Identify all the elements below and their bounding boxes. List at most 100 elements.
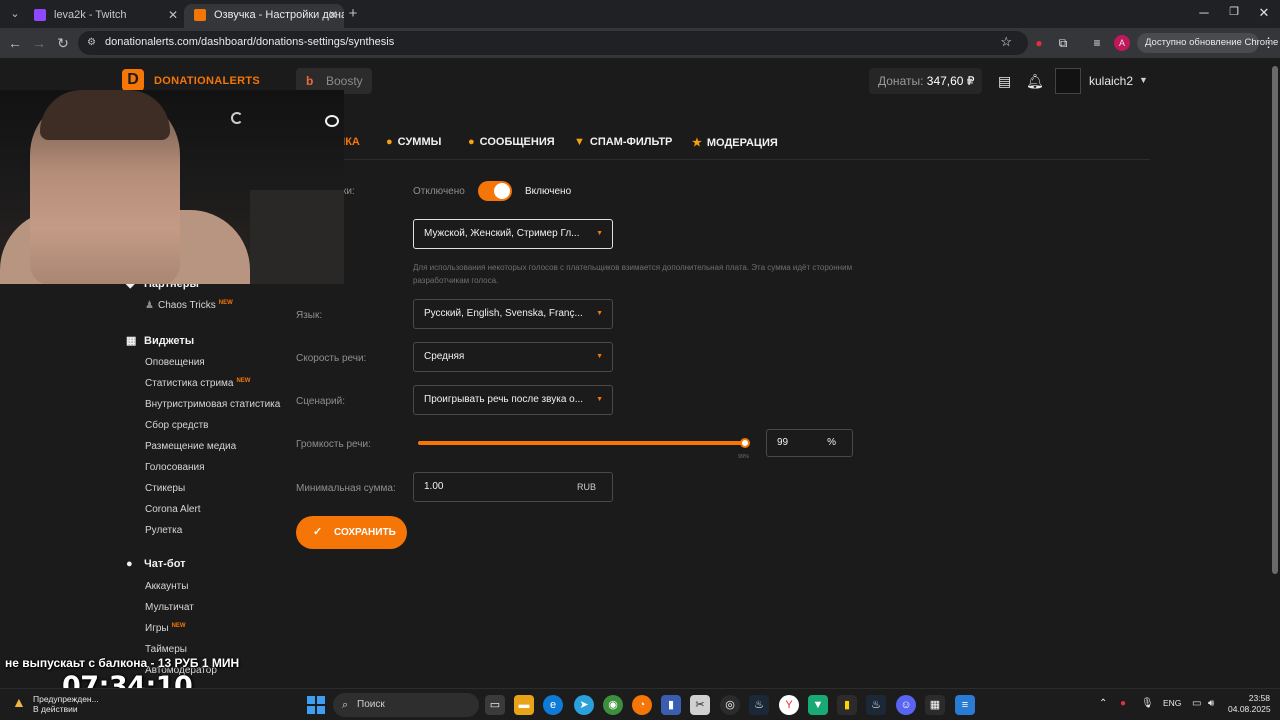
tray-overflow-icon[interactable]: ⌃ — [1099, 698, 1107, 709]
sidebar-item-chaos-tricks[interactable]: ♟ Chaos Tricks NEW — [145, 300, 233, 311]
sidebar-item-label: Chaos Tricks — [157, 300, 216, 311]
extension-icon[interactable]: ● — [1031, 35, 1047, 51]
browser-menu-icon[interactable]: ⋮ — [1262, 35, 1275, 51]
sidebar-item-media[interactable]: Размещение медиа — [145, 441, 236, 452]
bell-icon[interactable]: 🔔︎ — [1026, 73, 1044, 90]
restore-icon[interactable]: ❐ — [1224, 5, 1244, 18]
chevron-down-icon[interactable]: ▼ — [1139, 75, 1148, 85]
volume-icon[interactable]: 🔊︎ — [1208, 698, 1214, 709]
edge-icon[interactable]: e — [543, 695, 563, 715]
close-window-icon[interactable]: ✕ — [1254, 5, 1274, 21]
taskbar-search[interactable]: ⌕ Поиск — [333, 693, 479, 717]
user-icon: ♟ — [145, 300, 154, 311]
obs-icon[interactable]: ◎ — [720, 695, 740, 715]
sidebar-item-polls[interactable]: Голосования — [145, 462, 205, 473]
volume-input[interactable]: 99 % — [766, 429, 853, 457]
telegram-icon[interactable]: ➤ — [574, 695, 594, 715]
chrome-update-button[interactable]: Доступно обновление Chrome — [1137, 33, 1278, 53]
webcam-overlay — [0, 90, 344, 284]
sidebar-item-multichat[interactable]: Мультичат — [145, 602, 194, 613]
bookmark-star-icon[interactable]: ☆ — [1000, 34, 1012, 50]
extensions-puzzle-icon[interactable]: ⧉ — [1055, 35, 1071, 51]
weather-widget[interactable]: Предупрежден... В действии — [33, 694, 99, 714]
sidebar-item-stream-stats[interactable]: Статистика стрима NEW — [145, 378, 250, 389]
volume-slider[interactable] — [418, 441, 748, 445]
media-control-icon[interactable]: ≡ — [1089, 35, 1105, 51]
file-explorer-icon[interactable]: ▬ — [514, 695, 534, 715]
voices-select[interactable]: Мужской, Женский, Стример Гл... ▼ — [413, 219, 613, 249]
filter-icon: ▼ — [574, 136, 585, 148]
task-view-icon[interactable]: ▭ — [485, 695, 505, 715]
username[interactable]: kulaich2 — [1089, 74, 1133, 88]
tab-moderation[interactable]: ★ МОДЕРАЦИЯ — [692, 136, 778, 149]
donationalerts-logo-icon[interactable]: D — [122, 69, 144, 91]
coins-icon: ● — [386, 136, 393, 148]
minimize-icon[interactable]: ─ — [1194, 5, 1214, 20]
scenario-label: Сценарий: — [296, 396, 345, 407]
new-badge: NEW — [236, 378, 251, 384]
notepad-icon[interactable]: ≡ — [955, 695, 975, 715]
toggle-off-label: Отключено — [413, 186, 465, 197]
sidebar-item-roulette[interactable]: Рулетка — [145, 525, 182, 536]
voices-value: Мужской, Женский, Стример Гл... — [424, 228, 580, 239]
avatar[interactable] — [1055, 68, 1081, 94]
close-tab-icon[interactable]: ✕ — [168, 4, 178, 26]
vpn-icon[interactable]: ▼ — [808, 695, 828, 715]
sidebar-item-accounts[interactable]: Аккаунты — [145, 581, 188, 592]
volume-slider-handle[interactable] — [739, 438, 750, 448]
sidebar-item-fundraising[interactable]: Сбор средств — [145, 420, 208, 431]
sidebar-item-instream-stats[interactable]: Внутристримовая статистика — [145, 399, 280, 410]
profile-avatar[interactable]: A — [1114, 35, 1130, 51]
min-amount-input[interactable]: 1.00 RUB — [413, 472, 613, 502]
scrollbar-thumb[interactable] — [1272, 66, 1278, 574]
sidebar-item-games[interactable]: Игры NEW — [145, 623, 186, 634]
discord-icon[interactable]: ☺ — [896, 695, 916, 715]
sidebar-item-alerts[interactable]: Оповещения — [145, 357, 205, 368]
heading-text: Чат-бот — [144, 558, 186, 570]
speed-select[interactable]: Средняя ▼ — [413, 342, 613, 372]
new-tab-button[interactable]: + — [344, 5, 362, 23]
windows-start-icon[interactable] — [307, 696, 325, 714]
back-icon[interactable]: ← — [6, 34, 24, 52]
chart-app-icon[interactable]: ▮ — [661, 695, 681, 715]
app-icon[interactable]: ◔ — [632, 695, 652, 715]
sidebar-item-label: Стикеры — [145, 483, 186, 494]
address-bar[interactable]: ⚙ donationalerts.com/dashboard/donations… — [78, 31, 1028, 55]
tray-app-icon[interactable]: ● — [1120, 698, 1126, 709]
calculator-icon[interactable]: ▦ — [925, 695, 945, 715]
scenario-select[interactable]: Проигрывать речь после звука о... ▼ — [413, 385, 613, 415]
page-scrollbar[interactable] — [1270, 58, 1280, 688]
sidebar-item-timers[interactable]: Таймеры — [145, 644, 187, 655]
warning-icon[interactable]: ▲ — [12, 694, 30, 712]
system-clock[interactable]: 23:58 04.08.2025 — [1228, 693, 1271, 715]
network-icon[interactable]: ▭ — [1192, 698, 1201, 709]
snipping-tool-icon[interactable]: ✂ — [690, 695, 710, 715]
browser-tab-twitch[interactable]: leva2k - Twitch ✕ — [24, 4, 184, 28]
browser-tab-donationalerts[interactable]: Озвучка - Настройки донатов ✕ — [184, 4, 344, 28]
site-info-icon[interactable]: ⚙ — [87, 37, 96, 48]
sidebar-item-corona-alert[interactable]: Corona Alert — [145, 504, 201, 515]
microphone-icon[interactable]: 🎙︎ — [1141, 698, 1154, 709]
reload-icon[interactable]: ↻ — [54, 34, 72, 52]
star-icon: ★ — [692, 137, 702, 149]
energy-icon[interactable]: ▮ — [837, 695, 857, 715]
volume-slider-fill — [418, 441, 745, 445]
tab-sums[interactable]: ● СУММЫ — [386, 136, 441, 148]
tab-spam-filter[interactable]: ▼ СПАМ-ФИЛЬТР — [574, 136, 672, 148]
news-icon[interactable]: ▤ — [998, 73, 1011, 90]
close-tab-icon[interactable]: ✕ — [328, 4, 338, 26]
tab-messages[interactable]: ● СООБЩЕНИЯ — [468, 136, 555, 148]
chrome-icon[interactable]: ◉ — [603, 695, 623, 715]
language-select[interactable]: Русский, English, Svenska, Franç... ▼ — [413, 299, 613, 329]
steam-icon[interactable]: ♨ — [749, 695, 769, 715]
forward-icon[interactable]: → — [30, 34, 48, 52]
sidebar-item-stickers[interactable]: Стикеры — [145, 483, 185, 494]
save-button[interactable]: ✓ СОХРАНИТЬ — [296, 516, 407, 549]
synthesis-toggle[interactable] — [478, 181, 512, 201]
steam-icon[interactable]: ♨ — [866, 695, 886, 715]
donations-balance[interactable]: Донаты: 347,60 ₽ ▼ — [869, 68, 982, 94]
yandex-browser-icon[interactable]: Y — [779, 695, 799, 715]
logo-text[interactable]: DONATIONALERTS — [154, 75, 260, 87]
tab-search-icon[interactable]: ⌄ — [6, 5, 24, 23]
language-indicator[interactable]: ENG — [1163, 698, 1181, 708]
